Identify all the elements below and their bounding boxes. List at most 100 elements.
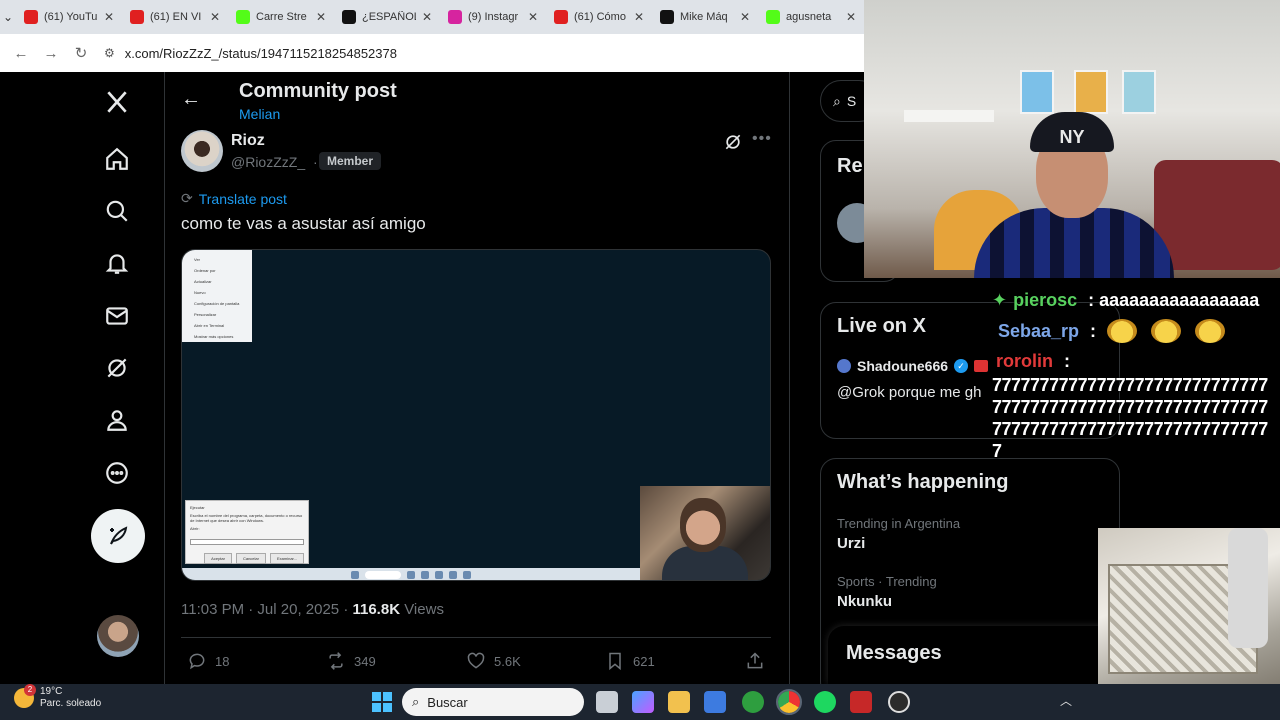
url-field[interactable]: ⚙ x.com/RiozZzZ_/status/1947115218254852…: [104, 39, 864, 67]
like-count: 5.6K: [494, 653, 521, 669]
tab-title: (61) YouTu: [44, 11, 98, 23]
author-name[interactable]: Rioz: [231, 132, 265, 150]
community-name-link[interactable]: Melian: [239, 106, 280, 122]
back-arrow-icon[interactable]: ←: [181, 88, 201, 111]
browser-tab[interactable]: (61) EN VI ✕: [122, 0, 228, 34]
tray-chevron-up-icon[interactable]: ︿: [1060, 692, 1072, 709]
reply-button[interactable]: 18: [187, 651, 229, 671]
context-menu-item: Ordenar por: [194, 268, 216, 273]
search-icon[interactable]: [93, 187, 141, 235]
search-icon: ⌕: [412, 694, 420, 709]
xbox-icon[interactable]: [742, 691, 764, 713]
browser-tab[interactable]: Mike Máq ✕: [652, 0, 758, 34]
messages-drawer[interactable]: Messages: [828, 626, 1118, 684]
shush-emoji-icon: [1195, 319, 1226, 343]
chat-badge-icon: ✦: [992, 290, 1008, 310]
spotify-icon[interactable]: [814, 691, 836, 713]
start-tile: [383, 703, 392, 712]
voicemeeter-icon[interactable]: [850, 691, 872, 713]
chat-message: Sebaa_rp :: [992, 319, 1280, 343]
more-options-icon[interactable]: [93, 449, 141, 497]
bookmark-icon: [609, 652, 621, 671]
obs-icon[interactable]: [888, 691, 910, 713]
notifications-bell-icon[interactable]: [93, 239, 141, 287]
close-tab-icon[interactable]: ✕: [316, 10, 326, 24]
media-start-icon: [351, 571, 359, 579]
messages-envelope-icon[interactable]: [93, 292, 141, 340]
close-tab-icon[interactable]: ✕: [422, 10, 432, 24]
trend-item[interactable]: Sports · Trending Nkunku: [837, 574, 1103, 610]
run-dialog-input: [190, 539, 304, 545]
grok-explain-icon[interactable]: [723, 132, 743, 152]
chat-text: aaaaaaaaaaaaaaaa: [1099, 290, 1260, 310]
x-logo-icon[interactable]: [93, 78, 141, 126]
media-facecam: [640, 486, 770, 580]
post-timestamp[interactable]: 11:03 PM · Jul 20, 2025 ·: [181, 601, 352, 618]
views-count: 116.8K: [352, 601, 401, 618]
browser-tab[interactable]: agusneta ✕: [758, 0, 864, 34]
translate-post-link[interactable]: ⟳ Translate post: [181, 190, 287, 207]
store-icon[interactable]: [704, 691, 726, 713]
site-info-icon[interactable]: ⚙: [104, 46, 115, 60]
stream-chat-overlay: ✦ pierosc : aaaaaaaaaaaaaaaa Sebaa_rp : …: [992, 290, 1280, 462]
weather-widget[interactable]: 2 19°C Parc. soleado: [14, 684, 101, 710]
browser-tab[interactable]: Carre Stre ✕: [228, 0, 334, 34]
windows-start-icon[interactable]: [372, 692, 392, 712]
youtube-icon: [24, 10, 38, 24]
post-detail-column: ← Community post Melian Rioz @RiozZzZ_ ·…: [165, 72, 790, 684]
grok-icon[interactable]: [93, 344, 141, 392]
translate-icon: ⟳: [181, 190, 193, 206]
browser-tab[interactable]: (61) Cómo ✕: [546, 0, 652, 34]
taskbar-search-box[interactable]: ⌕ Buscar: [402, 688, 584, 716]
close-tab-icon[interactable]: ✕: [846, 10, 856, 24]
handle-separator: ·: [313, 154, 318, 170]
back-arrow-icon[interactable]: ←: [8, 40, 34, 66]
weather-temperature: 19°C: [40, 686, 63, 697]
browser-tab[interactable]: ¿ESPAÑOL ✕: [334, 0, 440, 34]
member-badge: Member: [319, 152, 382, 170]
share-button[interactable]: [745, 651, 765, 671]
author-handle[interactable]: @RiozZzZ_ ·: [231, 154, 318, 170]
search-placeholder: S: [846, 93, 857, 109]
wall-poster: [1122, 70, 1156, 114]
home-icon[interactable]: [93, 135, 141, 183]
bookmark-button[interactable]: 621: [605, 651, 655, 671]
compose-post-button[interactable]: [91, 509, 145, 563]
translate-label: Translate post: [198, 190, 287, 207]
close-tab-icon[interactable]: ✕: [104, 10, 114, 24]
profile-icon[interactable]: [93, 396, 141, 444]
browser-tab[interactable]: (9) Instagr ✕: [440, 0, 546, 34]
divider: [181, 637, 771, 638]
close-tab-icon[interactable]: ✕: [528, 10, 538, 24]
chrome-icon[interactable]: [776, 689, 802, 715]
close-tab-icon[interactable]: ✕: [210, 10, 220, 24]
page-title: Community post: [239, 80, 397, 102]
post-media-video[interactable]: Ver Ordenar por Actualizar Nuevo Configuraci…: [181, 249, 771, 581]
account-avatar[interactable]: [97, 615, 139, 657]
run-dialog-button: Cancelar: [235, 553, 266, 564]
like-button[interactable]: 5.6K: [466, 651, 521, 671]
author-avatar[interactable]: [181, 130, 223, 172]
tab-search-chevron-icon[interactable]: ⌄: [0, 0, 16, 34]
post-text: como te vas a asustar así amigo: [181, 214, 426, 233]
media-app-icon: [421, 571, 429, 579]
close-tab-icon[interactable]: ✕: [634, 10, 644, 24]
trend-item[interactable]: Trending in Argentina Urzi: [837, 516, 1103, 552]
browser-tab[interactable]: (61) YouTu ✕: [16, 0, 122, 34]
task-view-icon[interactable]: [596, 691, 618, 713]
tab-title: (61) Cómo: [574, 11, 626, 23]
chat-separator: :: [1059, 351, 1070, 371]
run-dialog-button: Aceptar: [204, 553, 232, 564]
copilot-icon[interactable]: [632, 691, 654, 713]
repost-button[interactable]: 349: [326, 651, 376, 671]
file-explorer-icon[interactable]: [668, 691, 690, 713]
close-tab-icon[interactable]: ✕: [740, 10, 750, 24]
forward-arrow-icon[interactable]: →: [38, 40, 64, 66]
post-actions-bar: 18 349 5.6K 621: [181, 651, 771, 675]
taskbar-search-label: Buscar: [427, 694, 468, 710]
streamer: NY: [956, 112, 1196, 278]
trend-name: Nkunku: [837, 593, 893, 610]
post-more-icon[interactable]: •••: [752, 130, 772, 148]
reload-icon[interactable]: ↻: [68, 40, 94, 66]
verified-badge-icon: ✓: [954, 359, 969, 373]
